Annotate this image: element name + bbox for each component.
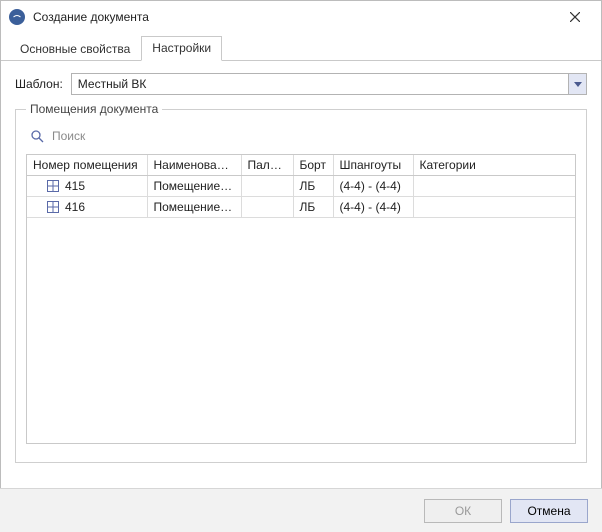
table-row[interactable]: 415 Помещение 4... ЛБ (4-4) - (4-4) [27, 176, 575, 197]
room-icon [47, 201, 59, 213]
search-row [26, 124, 576, 154]
cell-name: Помещение 4... [147, 197, 241, 218]
template-label: Шаблон: [15, 77, 63, 91]
col-header-frames[interactable]: Шпангоуты [333, 155, 413, 176]
rooms-group-legend: Помещения документа [26, 102, 162, 116]
cell-side: ЛБ [293, 197, 333, 218]
col-header-deck[interactable]: Палуба [241, 155, 293, 176]
col-header-name[interactable]: Наименование [147, 155, 241, 176]
template-row: Шаблон: Местный ВК [15, 73, 587, 95]
cell-room: 416 [65, 200, 85, 214]
table-row[interactable]: 416 Помещение 4... ЛБ (4-4) - (4-4) [27, 197, 575, 218]
cell-deck [241, 197, 293, 218]
cell-frames: (4-4) - (4-4) [333, 176, 413, 197]
grid-header-row: Номер помещения Наименование Палуба Борт… [27, 155, 575, 176]
chevron-down-icon [574, 82, 582, 87]
room-icon [47, 180, 59, 192]
rooms-grid: Номер помещения Наименование Палуба Борт… [26, 154, 576, 444]
cell-deck [241, 176, 293, 197]
cell-side: ЛБ [293, 176, 333, 197]
cell-frames: (4-4) - (4-4) [333, 197, 413, 218]
template-combo-button[interactable] [568, 74, 586, 94]
cell-categories [413, 176, 575, 197]
col-header-categories[interactable]: Категории [413, 155, 575, 176]
col-header-room[interactable]: Номер помещения [27, 155, 147, 176]
dialog-footer: ОК Отмена [0, 488, 602, 532]
cell-categories [413, 197, 575, 218]
col-header-side[interactable]: Борт [293, 155, 333, 176]
cell-name: Помещение 4... [147, 176, 241, 197]
close-button[interactable] [555, 3, 595, 31]
tab-strip: Основные свойства Настройки [1, 33, 601, 61]
app-icon [9, 9, 25, 25]
tab-main-properties[interactable]: Основные свойства [9, 37, 141, 61]
search-icon [30, 129, 44, 143]
ok-button[interactable]: ОК [424, 499, 502, 523]
titlebar: Создание документа [1, 1, 601, 33]
cancel-button[interactable]: Отмена [510, 499, 588, 523]
cell-room: 415 [65, 179, 85, 193]
template-combo-value: Местный ВК [72, 74, 568, 94]
template-combo[interactable]: Местный ВК [71, 73, 587, 95]
tab-settings[interactable]: Настройки [141, 36, 222, 61]
window-title: Создание документа [33, 10, 555, 24]
close-icon [570, 12, 580, 22]
rooms-groupbox: Помещения документа Номер помещения Наим… [15, 109, 587, 463]
tab-panel-settings: Шаблон: Местный ВК Помещения документа [1, 61, 601, 463]
search-input[interactable] [50, 128, 572, 144]
